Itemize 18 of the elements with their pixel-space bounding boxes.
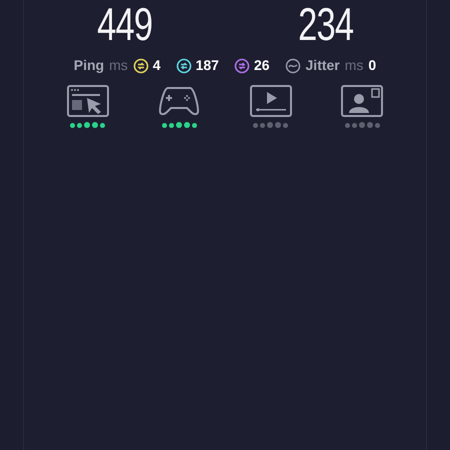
jitter-icon xyxy=(284,58,301,74)
video-player-icon xyxy=(250,85,292,117)
gamepad-icon xyxy=(158,85,200,117)
speed-value: 449 xyxy=(97,0,152,50)
ping-unit: ms xyxy=(109,56,128,75)
ping-label: Ping xyxy=(74,56,104,75)
ping-arrows-icon xyxy=(234,58,250,74)
jitter-unit: ms xyxy=(344,56,364,75)
jitter-label: Jitter xyxy=(306,56,340,75)
browser-cursor-icon xyxy=(66,85,109,117)
jitter-value: 0 xyxy=(368,56,376,75)
ping-value: 26 xyxy=(254,56,270,75)
ping-arrows-icon xyxy=(132,58,149,74)
ping-value: 187 xyxy=(196,56,219,75)
ping-arrows-icon xyxy=(176,58,192,74)
ping-value: 4 xyxy=(152,56,161,75)
speed-value: 234 xyxy=(298,0,353,50)
video-call-icon xyxy=(341,85,384,117)
